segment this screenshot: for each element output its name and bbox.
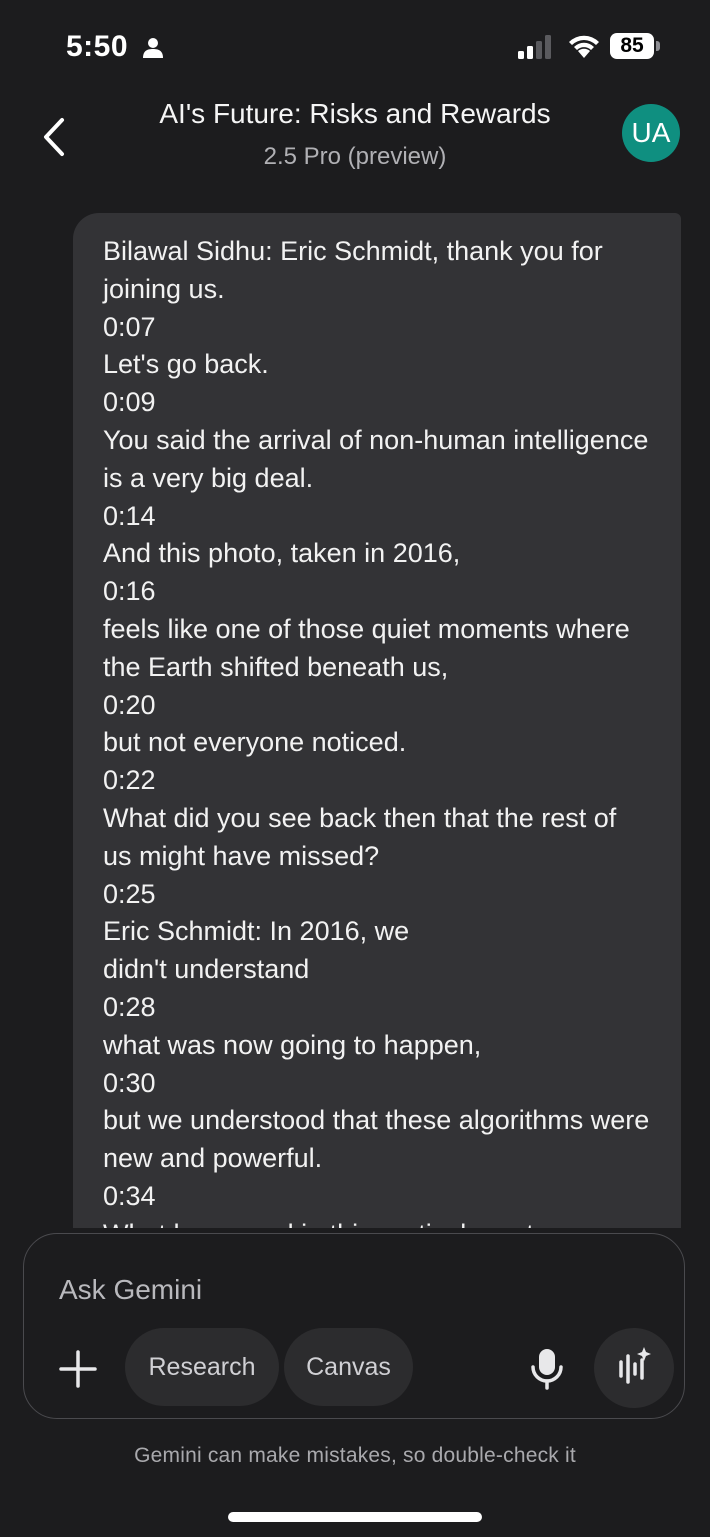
chat-header: AI's Future: Risks and Rewards 2.5 Pro (…	[0, 95, 710, 205]
transcript-timestamp: 0:16	[103, 576, 156, 607]
transcript-line: but not everyone noticed.	[103, 727, 407, 758]
gemini-live-icon	[619, 1347, 651, 1384]
status-time: 5:50	[66, 30, 129, 63]
transcript-timestamp: 0:28	[103, 991, 156, 1022]
transcript-line: What did you see back then that the rest…	[103, 802, 617, 871]
plus-icon[interactable]	[58, 1349, 98, 1389]
avatar[interactable]: UA	[622, 104, 680, 162]
transcript-line: What happened in this particular set	[103, 1216, 651, 1228]
transcript-line: Bilawal Sidhu: Eric Schmidt, thank you f…	[103, 236, 603, 304]
ask-gemini-input[interactable]: Ask Gemini	[59, 1274, 202, 1306]
transcript-timestamp: 0:20	[103, 689, 156, 720]
transcript-timestamp: 0:22	[103, 765, 156, 796]
cellular-signal-icon	[518, 35, 554, 64]
transcript-line: didn't understand	[103, 954, 310, 985]
battery-level: 85	[610, 33, 654, 59]
user-message-bubble: Bilawal Sidhu: Eric Schmidt, thank you f…	[73, 213, 681, 1228]
transcript-timestamp: 0:25	[103, 878, 156, 909]
transcript-line: Let's go back.	[103, 349, 269, 380]
transcript-timestamp: 0:07	[103, 311, 156, 342]
transcript-timestamp: 0:14	[103, 500, 156, 531]
person-icon	[142, 37, 164, 64]
transcript-line: And this photo, taken in 2016,	[103, 538, 461, 569]
message-text: Bilawal Sidhu: Eric Schmidt, thank you f…	[73, 213, 681, 1228]
research-button[interactable]: Research	[125, 1328, 279, 1406]
model-label[interactable]: 2.5 Pro (preview)	[100, 143, 610, 171]
canvas-button[interactable]: Canvas	[284, 1328, 413, 1406]
transcript-line: what was now going to happen,	[103, 1029, 482, 1060]
transcript-timestamp: 0:34	[103, 1180, 156, 1211]
transcript-line: feels like one of those quiet moments wh…	[103, 613, 630, 682]
battery-icon	[656, 41, 660, 51]
status-bar: 5:50 85	[0, 0, 710, 95]
transcript-timestamp: 0:30	[103, 1067, 156, 1098]
microphone-icon[interactable]	[529, 1347, 565, 1396]
back-chevron-icon[interactable]	[36, 115, 76, 159]
transcript-timestamp: 0:09	[103, 387, 156, 418]
disclaimer-text: Gemini can make mistakes, so double-chec…	[134, 1444, 576, 1467]
home-indicator[interactable]	[228, 1512, 482, 1522]
conversation-title[interactable]: AI's Future: Risks and Rewards	[100, 98, 610, 130]
transcript-line: Eric Schmidt: In 2016, we	[103, 916, 410, 947]
transcript-line: but we understood that these algorithms …	[103, 1105, 650, 1174]
prompt-composer: Ask Gemini Research Canvas	[23, 1233, 685, 1419]
wifi-icon	[567, 33, 601, 64]
transcript-line: You said the arrival of non-human intell…	[103, 424, 649, 493]
gemini-live-button[interactable]	[594, 1328, 674, 1408]
